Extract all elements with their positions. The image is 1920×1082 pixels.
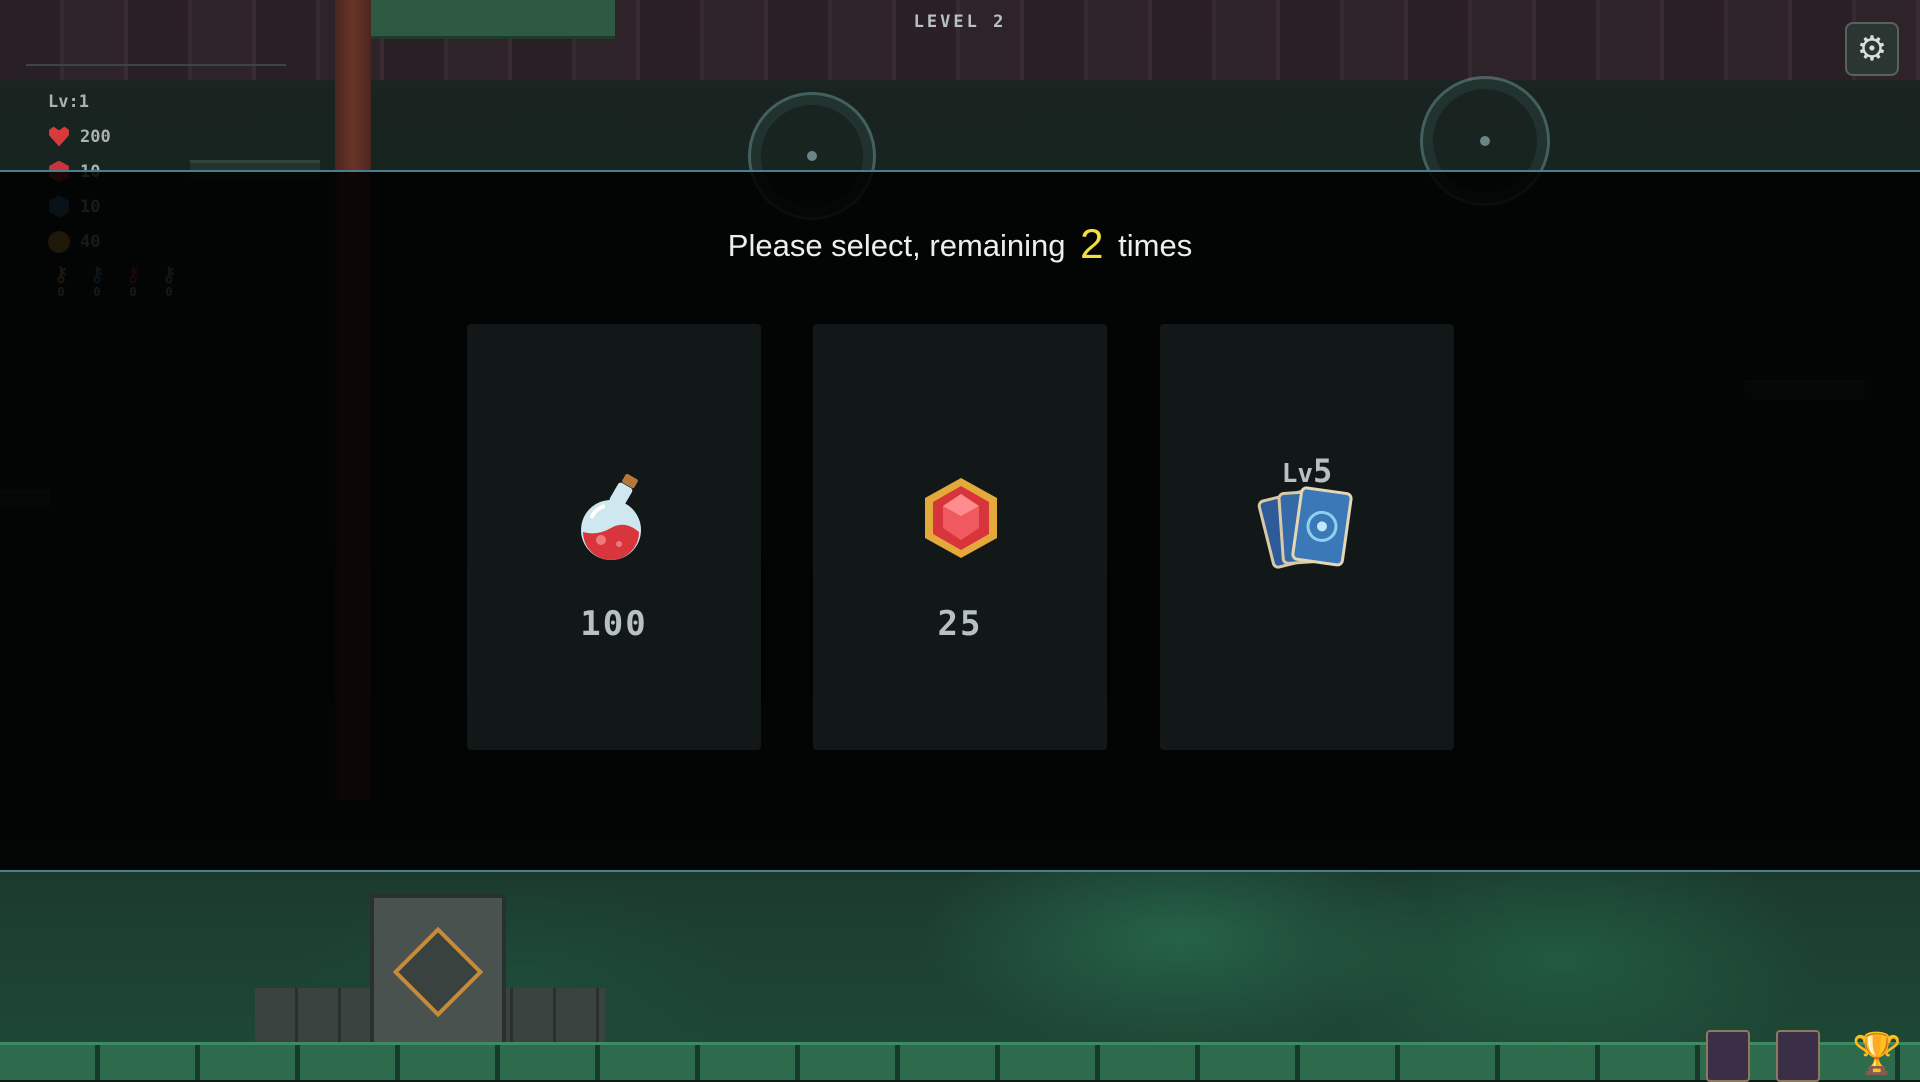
reward-selection-modal: Please select, remaining 2 times 100 25 … [0, 170, 1920, 872]
heart-icon [49, 126, 69, 147]
prompt-suffix: times [1118, 228, 1193, 263]
remaining-count: 2 [1080, 220, 1104, 267]
hud-divider [26, 64, 286, 66]
stone-shrine [370, 894, 506, 1050]
gear-icon: ⚙ [1856, 29, 1888, 69]
potion-icon [581, 474, 641, 560]
player-level-label: Lv:1 [48, 91, 89, 112]
reward-value: 25 [937, 604, 983, 644]
card-deck-icon [1257, 486, 1353, 569]
stat-value: 200 [80, 126, 111, 147]
tome-icon[interactable] [1776, 1030, 1820, 1082]
spellbook-icon[interactable] [1706, 1030, 1750, 1082]
reward-card-potion[interactable]: 100 [467, 324, 761, 750]
goblet-icon[interactable]: 🏆 [1852, 1030, 1902, 1078]
selection-prompt: Please select, remaining 2 times [0, 220, 1920, 268]
stat-hp: 200 [48, 119, 182, 154]
reward-card-deck[interactable]: Lv5 [1160, 324, 1454, 750]
red-gem-icon [925, 478, 997, 558]
level-title: LEVEL 2 [913, 12, 1007, 32]
settings-button[interactable]: ⚙ [1845, 22, 1899, 76]
player-level: Lv:1 [48, 84, 182, 119]
reward-value: 100 [580, 604, 648, 644]
ground-tiles [0, 1042, 1920, 1080]
prompt-prefix: Please select, remaining [727, 228, 1066, 263]
reward-card-gem[interactable]: 25 [813, 324, 1107, 750]
